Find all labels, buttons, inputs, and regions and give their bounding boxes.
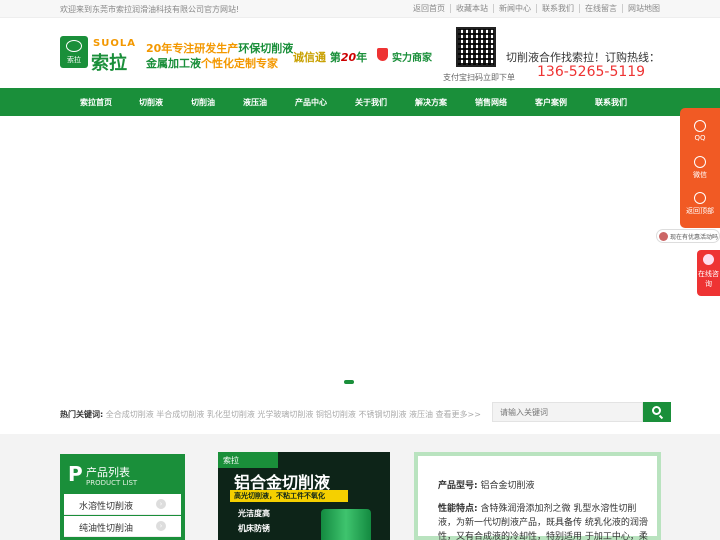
nav-hydraulic-oil[interactable]: 液压油 (243, 97, 267, 108)
float-toolbar: QQ 微信 返回顶部 (680, 108, 720, 228)
product-image-strip: 高光切削液，不粘工件不氧化 (230, 490, 348, 502)
banner-slider[interactable] (0, 116, 720, 396)
category-label: 水溶性切削液 (79, 502, 134, 512)
float-qq-label: QQ (694, 134, 706, 142)
main-nav: 索拉首页 切削液 切削油 液压油 产品中心 关于我们 解决方案 销售网络 客户案… (0, 88, 720, 116)
nav-contact[interactable]: 联系我们 (595, 97, 627, 108)
product-image-brand: 索拉 (218, 452, 278, 468)
nav-products[interactable]: 产品中心 (295, 97, 327, 108)
logo[interactable]: 索拉 (60, 36, 88, 68)
float-top-label: 返回顶部 (686, 207, 714, 215)
category-item-water-soluble[interactable]: 水溶性切削液 › (64, 494, 181, 515)
consult-label: 在线咨询 (698, 270, 719, 288)
drum-icon (321, 509, 371, 540)
search-icon-handle (658, 414, 664, 420)
power-badge: 实力商家 (392, 53, 432, 64)
slogan-2b: 个性化定制专家 (201, 57, 278, 70)
wechat-icon (694, 156, 706, 168)
float-wechat-label: 微信 (693, 171, 707, 179)
brand-name-cn: 索拉 (91, 53, 127, 74)
slogan-line-2: 金属加工液个性化定制专家 (146, 55, 278, 71)
logo-mark-icon (66, 40, 82, 52)
search-button[interactable] (643, 402, 671, 422)
qq-icon (694, 120, 706, 132)
hot-keywords: 热门关键词: 全合成切削液 半合成切削液 乳化型切削液 光学玻璃切削液 铜铝切削… (60, 409, 481, 420)
nav-sales-network[interactable]: 销售网络 (475, 97, 507, 108)
hot-keywords-list[interactable]: 全合成切削液 半合成切削液 乳化型切削液 光学玻璃切削液 铜铝切削液 不锈钢切削… (106, 410, 481, 419)
top-link-sitemap[interactable]: 网站地图 (623, 4, 660, 13)
cert-b: 第 (326, 51, 341, 64)
product-feature-label: 性能特点: (438, 504, 478, 514)
top-bar: 欢迎来到东莞市索拉润滑油科技有限公司官方网站! 返回首页 收藏本站 新闻中心 联… (0, 0, 720, 18)
product-detail-box: 产品型号: 铝合金切削液 性能特点: 含特殊润滑添加剂之微 乳型水溶性切削液，为… (414, 452, 661, 540)
promo-bubble[interactable]: 现在有优惠活动吗 (656, 229, 720, 243)
brand-name-en: SUOLA (93, 38, 136, 49)
top-link-news[interactable]: 新闻中心 (494, 4, 537, 13)
rocket-icon (694, 192, 706, 204)
top-link-message[interactable]: 在线留言 (580, 4, 623, 13)
promo-text: 现在有优惠活动吗 (670, 234, 719, 241)
chevron-right-icon: › (156, 499, 166, 509)
nav-cutting-oil[interactable]: 切削油 (191, 97, 215, 108)
hot-keywords-label: 热门关键词: (60, 410, 104, 419)
nav-cases[interactable]: 客户案例 (535, 97, 567, 108)
online-consult-button[interactable]: 在线咨询 (697, 250, 720, 296)
slider-dot-active[interactable] (344, 380, 354, 384)
slogan-1b: 环保切削液 (238, 42, 294, 55)
product-features: 性能特点: 含特殊润滑添加剂之微 乳型水溶性切削液，为新一代切削液产品，既具备传… (438, 502, 653, 540)
category-label: 纯油性切削油 (79, 524, 134, 534)
cert-c: 年 (356, 51, 368, 64)
top-link-home[interactable]: 返回首页 (408, 4, 451, 13)
top-links: 返回首页 收藏本站 新闻中心 联系我们 在线留言 网站地图 (408, 4, 660, 13)
search-input[interactable] (492, 402, 643, 422)
shield-icon (377, 48, 388, 61)
chevron-right-icon: › (156, 521, 166, 531)
qr-code-icon (456, 27, 496, 67)
product-model-label: 产品型号: (438, 481, 478, 491)
logo-sub-text: 索拉 (67, 56, 81, 64)
agent-avatar-icon (703, 254, 714, 265)
nav-about[interactable]: 关于我们 (355, 97, 387, 108)
product-list-title: 产品列表 (86, 466, 130, 479)
nav-home[interactable]: 索拉首页 (80, 97, 112, 108)
avatar (659, 232, 668, 241)
top-link-contact[interactable]: 联系我们 (537, 4, 580, 13)
category-item-oil[interactable]: 纯油性切削油 › (64, 516, 181, 537)
cert-num: 20 (340, 51, 357, 64)
welcome-text: 欢迎来到东莞市索拉润滑油科技有限公司官方网站! (60, 5, 240, 14)
nav-cutting-fluid[interactable]: 切削液 (139, 97, 163, 108)
product-list-subtitle: PRODUCT LIST (86, 479, 138, 487)
product-image-feature: 光洁度高 (238, 509, 270, 518)
slogan-line-1: 20年专注研发生产环保切削液 (146, 40, 293, 56)
nav-solutions[interactable]: 解决方案 (415, 97, 447, 108)
float-wechat[interactable]: 微信 (680, 156, 720, 180)
slogan-1a: 20年专注研发生产 (146, 42, 239, 55)
product-image-feature: 机床防锈 (238, 524, 270, 533)
product-image[interactable]: 索拉 铝合金切削液 高光切削液，不粘工件不氧化 光洁度高 机床防锈 (218, 452, 390, 540)
product-model-value: 铝合金切削液 (480, 481, 535, 491)
cert-badge: 诚信通 第20年 (293, 49, 367, 65)
hotline-phone[interactable]: 136-5265-5119 (537, 64, 645, 80)
product-list-p: P (68, 462, 83, 486)
float-qq[interactable]: QQ (680, 120, 720, 142)
cert-a: 诚信通 (293, 51, 326, 64)
product-model: 产品型号: 铝合金切削液 (438, 478, 535, 491)
top-link-favorite[interactable]: 收藏本站 (451, 4, 494, 13)
qr-tip: 支付宝扫码立即下单 (443, 73, 515, 82)
hotline-title: 切削液合作找索拉！订购热线： (506, 51, 660, 64)
slogan-2a: 金属加工液 (146, 57, 201, 70)
header: 索拉 SUOLA 索拉 20年专注研发生产环保切削液 金属加工液个性化定制专家 … (0, 18, 720, 88)
float-back-top[interactable]: 返回顶部 (680, 192, 720, 216)
